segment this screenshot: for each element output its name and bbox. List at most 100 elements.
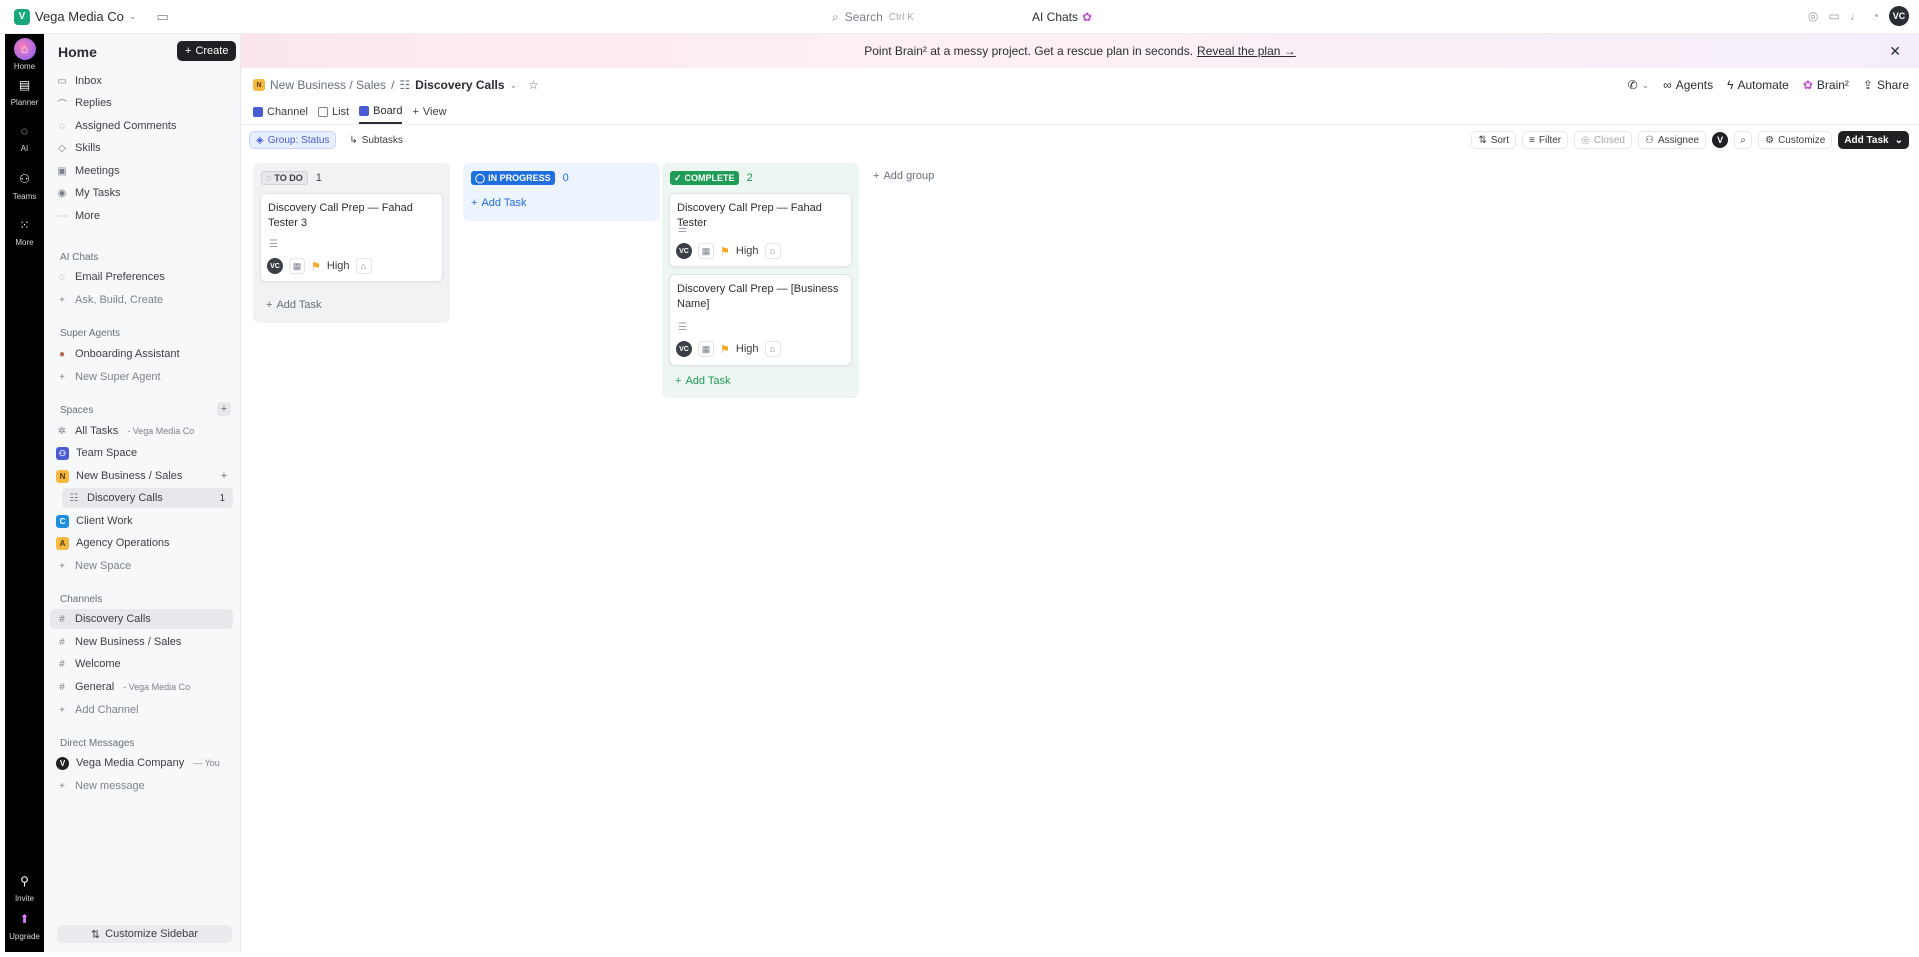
bell-icon[interactable]: ◔ bbox=[1872, 9, 1879, 23]
sidebar-item-channel-welcome[interactable]: # Welcome bbox=[50, 654, 233, 674]
closed-button[interactable]: ◎ Closed bbox=[1574, 131, 1632, 149]
task-title: Discovery Call Prep — [Business Name] bbox=[677, 283, 839, 310]
search-input[interactable]: ⌕ Search Ctrl K bbox=[826, 6, 1026, 28]
sidebar-item-new-message[interactable]: + New message bbox=[50, 776, 233, 796]
search-icon: ⌕ bbox=[1740, 134, 1746, 146]
create-button[interactable]: + Create bbox=[177, 41, 237, 61]
priority-label[interactable]: High bbox=[736, 245, 759, 257]
tag-icon[interactable]: ⌂ bbox=[355, 258, 372, 274]
sidebar-item-client-work[interactable]: C Client Work bbox=[50, 511, 233, 531]
sidebar-item-discovery-calls[interactable]: ☷ Discovery Calls 1 bbox=[62, 488, 233, 508]
search-button[interactable]: ⌕ bbox=[1734, 131, 1753, 149]
sort-button[interactable]: ⇅ Sort bbox=[1471, 131, 1517, 149]
sidebar-item-onboarding-assistant[interactable]: ● Onboarding Assistant bbox=[50, 344, 233, 364]
star-icon[interactable]: ☆ bbox=[528, 78, 539, 92]
filter-button[interactable]: ≡ Filter bbox=[1522, 131, 1569, 149]
assignee-avatar[interactable]: VC bbox=[676, 341, 692, 357]
sidebar-item-assigned-comments[interactable]: ◌ Assigned Comments bbox=[50, 116, 233, 136]
tab-channel[interactable]: Channel bbox=[253, 100, 308, 124]
status-badge[interactable]: ◌ TO DO bbox=[261, 171, 308, 185]
sidebar-item-ask-build-create[interactable]: + Ask, Build, Create bbox=[50, 290, 233, 310]
sidebar-item-email-preferences[interactable]: ◌ Email Preferences bbox=[50, 267, 233, 287]
add-space-button[interactable]: + bbox=[217, 402, 231, 416]
call-button[interactable]: ✆ ⌄ bbox=[1628, 78, 1650, 92]
add-task-link[interactable]: + Add Task bbox=[471, 197, 527, 209]
sparkle-icon: ✿ bbox=[1082, 10, 1093, 24]
sidebar-item-add-channel[interactable]: + Add Channel bbox=[50, 700, 233, 720]
add-view-button[interactable]: + View bbox=[412, 100, 446, 124]
user-filter-avatar[interactable]: V bbox=[1712, 132, 1729, 148]
ai-chats-button[interactable]: AI Chats ✿ bbox=[1032, 10, 1092, 24]
status-badge[interactable]: ◯ IN PROGRESS bbox=[471, 171, 555, 185]
tag-icon[interactable]: ⌂ bbox=[764, 341, 781, 357]
rail-more[interactable]: ⁙ More bbox=[5, 214, 44, 247]
assignee-avatar[interactable]: VC bbox=[267, 258, 283, 274]
sidebar-item-sublabel: — You bbox=[193, 758, 220, 768]
sidebar-item-skills[interactable]: ◇ Skills bbox=[50, 138, 233, 158]
video-icon[interactable]: ▭ bbox=[1828, 9, 1839, 23]
rail-upgrade[interactable]: ⬆ Upgrade bbox=[5, 908, 44, 941]
sidebar-item-meetings[interactable]: ▣ Meetings bbox=[50, 161, 233, 181]
sidebar-item-agency-operations[interactable]: A Agency Operations bbox=[50, 533, 233, 553]
add-group-button[interactable]: + Add group bbox=[873, 170, 934, 182]
calendar-icon[interactable]: ▦ bbox=[698, 341, 714, 357]
tab-list[interactable]: List bbox=[317, 100, 349, 124]
assignee-avatar[interactable]: VC bbox=[676, 243, 692, 259]
sidebar-item-more[interactable]: ⋯ More bbox=[50, 206, 233, 226]
add-task-button[interactable]: Add Task ⌄ bbox=[1838, 131, 1909, 149]
assignee-button[interactable]: ⚇ Assignee bbox=[1638, 131, 1707, 149]
sidebar-item-label: New message bbox=[75, 780, 145, 792]
calendar-icon[interactable]: ▦ bbox=[289, 258, 305, 274]
status-badge[interactable]: ✓ COMPLETE bbox=[670, 171, 739, 185]
workspace-switcher[interactable]: V Vega Media Co ⌄ bbox=[8, 6, 142, 28]
sidebar-item-channel-general[interactable]: # General - Vega Media Co bbox=[50, 677, 233, 697]
agents-button[interactable]: ∞ Agents bbox=[1663, 78, 1713, 92]
sidebar-item-replies[interactable]: ⌒ Replies bbox=[50, 93, 233, 113]
close-icon[interactable]: ✕ bbox=[1889, 43, 1901, 60]
calendar-icon[interactable]: ▭ bbox=[156, 9, 168, 25]
calendar-icon[interactable]: ▦ bbox=[698, 243, 714, 259]
tag-icon[interactable]: ⌂ bbox=[764, 243, 781, 259]
sidebar-item-new-business-sales[interactable]: N New Business / Sales bbox=[50, 466, 233, 486]
tab-board[interactable]: Board bbox=[359, 100, 403, 124]
customize-sidebar-button[interactable]: ⇅ Customize Sidebar bbox=[57, 925, 232, 943]
task-card[interactable]: Discovery Call Prep — Fahad Tester ☰ VC … bbox=[669, 193, 852, 267]
banner-link[interactable]: Reveal the plan → bbox=[1197, 44, 1296, 58]
rail-planner[interactable]: ▤ Planner bbox=[5, 74, 44, 107]
add-task-link[interactable]: + Add Task bbox=[266, 299, 322, 311]
priority-label[interactable]: High bbox=[736, 343, 759, 355]
mic-icon[interactable]: ♩ bbox=[1850, 9, 1862, 23]
plus-icon: + bbox=[59, 294, 65, 306]
rail-teams[interactable]: ⚇ Teams bbox=[5, 168, 44, 201]
rail-invite[interactable]: ⚲ Invite bbox=[5, 870, 44, 903]
priority-label[interactable]: High bbox=[327, 260, 350, 272]
sidebar-item-dm-vega[interactable]: V Vega Media Company — You bbox=[50, 753, 233, 773]
task-card[interactable]: Discovery Call Prep — Fahad Tester 3 ☰ V… bbox=[260, 193, 443, 282]
sidebar-item-inbox[interactable]: ▭ Inbox bbox=[50, 71, 233, 91]
check-circle-icon[interactable]: ◎ bbox=[1808, 9, 1818, 23]
brain-button[interactable]: ✿ Brain² bbox=[1803, 78, 1849, 92]
rail-home[interactable]: ⌂ Home bbox=[5, 38, 44, 71]
task-card[interactable]: Discovery Call Prep — [Business Name] ☰ … bbox=[669, 274, 852, 366]
chevron-down-icon[interactable]: ⌄ bbox=[510, 80, 518, 91]
subtasks-button[interactable]: ↳ Subtasks bbox=[342, 131, 410, 149]
sidebar-item-my-tasks[interactable]: ◉ My Tasks bbox=[50, 183, 233, 203]
breadcrumb-current[interactable]: Discovery Calls bbox=[415, 78, 504, 92]
user-avatar[interactable]: VC bbox=[1889, 6, 1909, 26]
sidebar-item-new-super-agent[interactable]: + New Super Agent bbox=[50, 367, 233, 387]
rail-ai[interactable]: ◌ AI bbox=[5, 120, 44, 153]
add-to-space-button[interactable]: + bbox=[217, 469, 231, 483]
sidebar-item-all-tasks[interactable]: ✲ All Tasks - Vega Media Co bbox=[50, 421, 233, 441]
sidebar-item-new-space[interactable]: + New Space bbox=[50, 556, 233, 576]
sidebar-item-channel-new-business[interactable]: # New Business / Sales bbox=[50, 632, 233, 652]
tab-label: Board bbox=[373, 105, 403, 117]
automate-button[interactable]: ϟ Automate bbox=[1727, 78, 1789, 92]
share-button[interactable]: ⇪ Share bbox=[1863, 78, 1909, 92]
add-task-link[interactable]: + Add Task bbox=[675, 375, 731, 387]
sidebar-item-team-space[interactable]: ⚇ Team Space bbox=[50, 443, 233, 463]
sidebar-item-channel-discovery-calls[interactable]: # Discovery Calls bbox=[50, 609, 233, 629]
group-by-button[interactable]: ◈ Group: Status bbox=[249, 131, 337, 149]
add-task-label: Add Task bbox=[481, 197, 527, 209]
customize-button[interactable]: ⚙ Customize bbox=[1758, 131, 1833, 149]
breadcrumb-parent[interactable]: New Business / Sales bbox=[270, 78, 386, 92]
